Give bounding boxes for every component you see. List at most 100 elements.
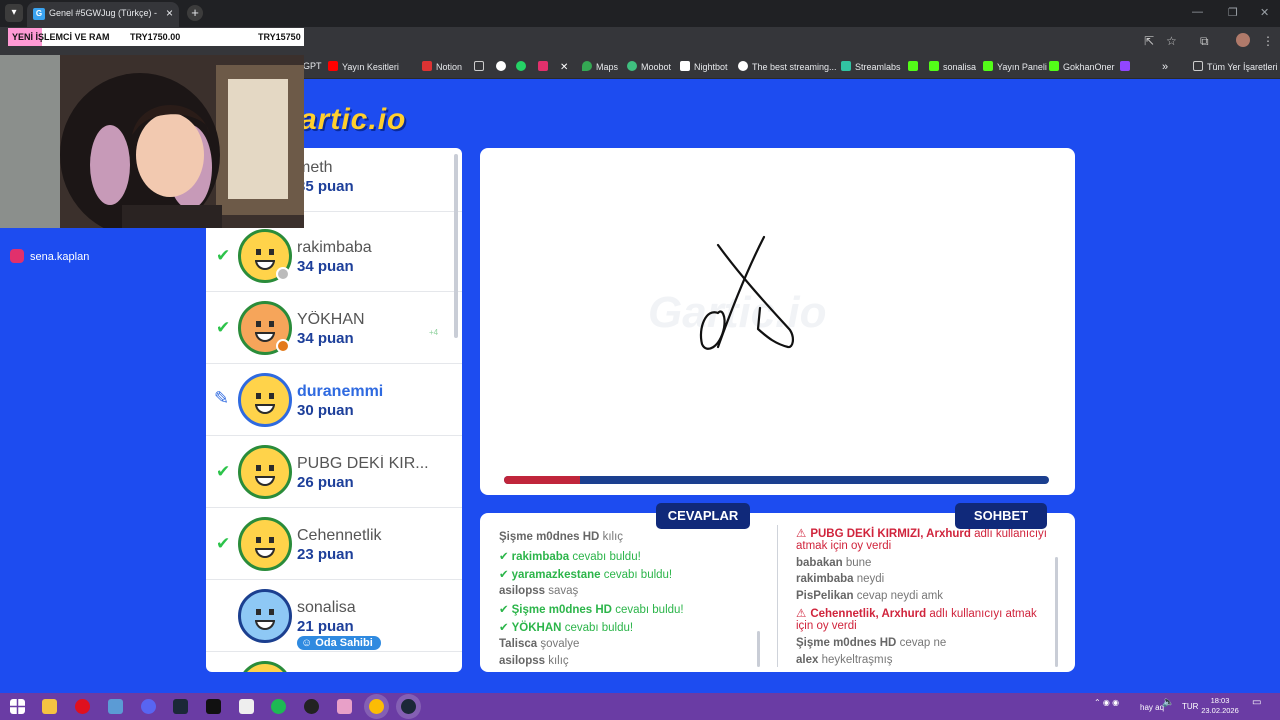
profile-avatar[interactable] [1236,33,1250,47]
status-dot [276,339,290,353]
bookmark-nightbot[interactable]: Nightbot [680,61,728,72]
pencil-icon: ✎ [214,388,230,408]
player-row: ✔ YÖKHAN 34 puan +4 [206,292,462,364]
bookmark-gpt[interactable]: GPT [303,61,322,71]
player-score: 34 puan [297,330,354,347]
bookmark-gokhanoner[interactable]: GokhanOner [1049,61,1115,72]
steam-icon[interactable] [173,699,188,714]
clock-time: 18:03 [1210,696,1230,705]
answers-scrollbar[interactable] [757,631,760,667]
answer-line: ✔ yaramazkestane cevabı buldu! [499,569,673,581]
minimize-icon[interactable]: — [1192,6,1203,18]
flag-icon [422,61,432,71]
clock-date: 23.02.2026 [1201,706,1239,715]
chat-scrollbar[interactable] [1055,557,1058,667]
player-name: duranemmi [297,383,384,400]
notifications-icon[interactable]: ▭ [1252,697,1261,708]
clock[interactable]: 18:03 23.02.2026 [1200,696,1240,716]
bookmark-twitch[interactable] [1120,61,1134,72]
instagram-icon [10,249,24,263]
answer-line: Şişme m0dnes HD kılıç [499,531,624,543]
file-explorer-icon[interactable] [42,699,57,714]
check-icon: ✔ [499,551,509,563]
bookmark-star-icon[interactable]: ☆ [1166,34,1177,48]
tray-icons[interactable]: ⌃ ◉ ◉ [1094,698,1119,707]
bookmark-sonalisa[interactable]: sonalisa [929,61,976,72]
close-tab-icon[interactable]: × [166,6,173,20]
app-icon[interactable] [337,699,352,714]
bookmark-moobot[interactable]: Moobot [627,61,671,72]
warning-icon: ⚠ [796,528,807,540]
discord-icon[interactable] [141,699,156,714]
bookmark-streaming[interactable]: The best streaming... [738,61,837,72]
bookmark-maps[interactable]: Maps [582,61,618,72]
answer-line: ✔ YÖKHAN cevabı buldu! [499,622,634,634]
tray-text: hay aq [1140,703,1165,712]
x-icon: ✕ [560,62,569,73]
drawing-strokes [699,235,794,350]
chat-line: alex heykeltraşmış [796,654,893,666]
check-icon: ✔ [499,569,509,581]
webcam-overlay [0,55,304,228]
player-row: sonalisa 21 puan ☺ Oda Sahibi [206,580,462,652]
gartic-logo: artic.io [300,103,407,136]
player-row [206,652,462,672]
bookmark-x[interactable]: ✕ [560,61,574,73]
bookmark-yayin-kesitleri[interactable]: Yayın Kesitleri [328,61,399,72]
steam-icon[interactable] [401,699,416,714]
browser-menu-icon[interactable]: ⋮ [1262,34,1274,48]
bookmark-yayin-paneli[interactable]: Yayın Paneli [983,61,1047,72]
whatsapp-icon [516,61,526,71]
start-icon[interactable] [10,699,25,714]
bookmark-folder[interactable] [474,61,488,72]
check-icon: ✔ [216,462,231,481]
check-icon: ✔ [216,318,231,337]
moobot-icon [627,61,637,71]
install-app-icon[interactable]: ⇱ [1144,34,1154,48]
obs-icon[interactable] [304,699,319,714]
app-icon[interactable] [239,699,254,714]
more-bookmarks-icon[interactable]: » [1162,61,1168,73]
tab-answers[interactable]: CEVAPLAR [656,503,750,529]
chat-line: PisPelikan cevap neydi amk [796,590,944,602]
tab-chat[interactable]: SOHBET [955,503,1047,529]
folder-icon [1193,61,1203,71]
new-tab-button[interactable]: + [187,5,203,21]
tab-search-button[interactable]: ▾ [5,4,23,22]
kick-icon [983,61,993,71]
extensions-icon[interactable]: ⧉ [1200,34,1209,49]
drawing-canvas[interactable]: Gartic.io [480,148,1075,495]
answer-line: ✔ Şişme m0dnes HD cevabı buldu! [499,604,684,616]
player-name: rakimbaba [297,239,372,256]
bookmark-google[interactable] [496,61,510,72]
bookmark-kick[interactable] [908,61,922,72]
gartic-favicon-icon: G [33,8,45,20]
browser-tab[interactable]: G Genel #5GWJug (Türkçe) - Gartic.io × [27,2,179,27]
goal-target: TRY15750 [258,32,301,42]
chrome-icon[interactable] [369,699,384,714]
goal-progress: TRY1750.00 [130,32,181,42]
round-timer-bar [504,476,1049,484]
kick-icon [1049,61,1059,71]
volume-icon[interactable]: 🔈 [1162,697,1174,708]
epic-games-icon[interactable] [206,699,221,714]
close-window-icon[interactable]: ✕ [1260,6,1269,19]
bonus-points: +4 [429,328,439,337]
bookmark-instagram[interactable] [538,61,552,72]
check-icon: ✔ [216,246,231,265]
player-avatar [238,517,292,571]
chat-line: Şişme m0dnes HD cevap ne [796,637,947,649]
opera-icon[interactable] [75,699,90,714]
player-avatar [238,373,292,427]
all-bookmarks-button[interactable]: Tüm Yer İşaretleri [1193,61,1278,72]
bookmark-notion[interactable]: Notion [422,61,462,72]
bookmark-whatsapp[interactable] [516,61,530,72]
answer-line: Talisca şovalye [499,638,580,650]
language-indicator[interactable]: TUR [1182,702,1198,711]
player-row: ✔ Cehennetlik 23 puan [206,508,462,580]
spotify-icon[interactable] [271,699,286,714]
bookmark-streamlabs[interactable]: Streamlabs [841,61,901,72]
maximize-icon[interactable]: ❐ [1228,6,1238,19]
app-icon[interactable] [108,699,123,714]
player-list-scrollbar[interactable] [454,154,458,338]
